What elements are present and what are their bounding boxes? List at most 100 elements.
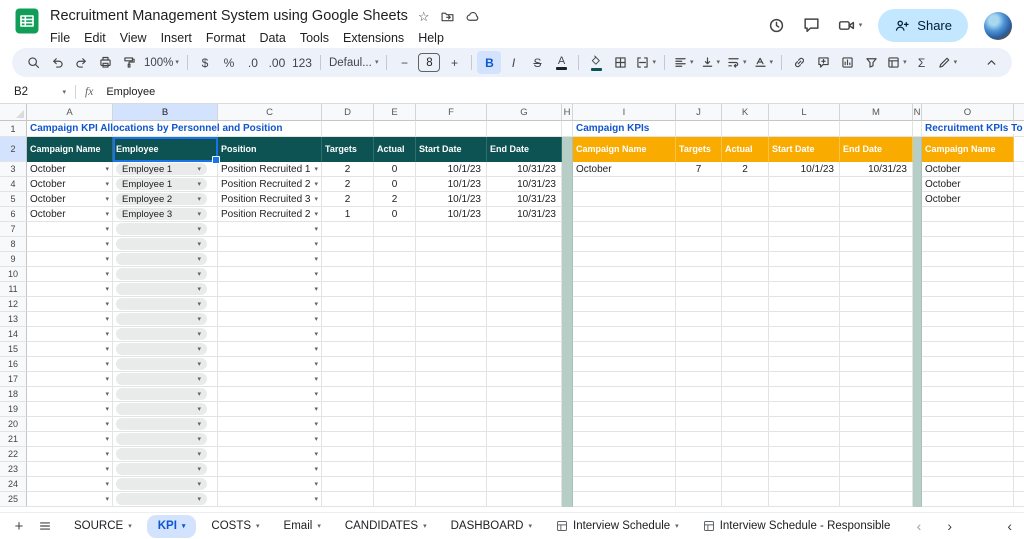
more-formats-button[interactable]: 123 (289, 51, 315, 74)
chevron-down-icon[interactable]: ▾ (105, 436, 109, 443)
cell-B11[interactable]: ▾ (113, 282, 218, 297)
cell-K13[interactable] (722, 312, 769, 327)
cell-J23[interactable] (676, 462, 722, 477)
cell-C21[interactable]: ▾ (218, 432, 322, 447)
column-header-C[interactable]: C (218, 104, 322, 121)
cell-I12[interactable] (573, 297, 676, 312)
cell-M21[interactable] (840, 432, 913, 447)
cell-H4[interactable] (562, 177, 573, 192)
cell-F21[interactable] (416, 432, 487, 447)
chevron-down-icon[interactable]: ▾ (197, 391, 201, 398)
cell-edge-19[interactable] (1014, 402, 1024, 417)
chevron-down-icon[interactable]: ▾ (314, 331, 318, 338)
cell-L14[interactable] (769, 327, 840, 342)
cell-C24[interactable]: ▾ (218, 477, 322, 492)
cell-H18[interactable] (562, 387, 573, 402)
cell-N5[interactable] (913, 192, 922, 207)
move-folder-icon[interactable] (440, 9, 455, 24)
cell-J11[interactable] (676, 282, 722, 297)
cell-K14[interactable] (722, 327, 769, 342)
cell-L8[interactable] (769, 237, 840, 252)
cell-B15[interactable]: ▾ (113, 342, 218, 357)
cell-B21[interactable]: ▾ (113, 432, 218, 447)
italic-button[interactable]: I (501, 51, 525, 74)
row-header-5[interactable]: 5 (0, 192, 27, 207)
cell-A21[interactable]: ▾ (27, 432, 113, 447)
menu-insert[interactable]: Insert (154, 29, 199, 47)
cell-K10[interactable] (722, 267, 769, 282)
cell-K23[interactable] (722, 462, 769, 477)
sheet-tab-candidates[interactable]: CANDIDATES ▾ (333, 513, 439, 539)
cell-I3[interactable]: October (573, 162, 676, 177)
insert-comment-button[interactable] (811, 51, 835, 74)
cell-D13[interactable] (322, 312, 374, 327)
chevron-down-icon[interactable]: ▾ (105, 391, 109, 398)
cell-J15[interactable] (676, 342, 722, 357)
cell-J6[interactable] (676, 207, 722, 222)
cell-I23[interactable] (573, 462, 676, 477)
chevron-down-icon[interactable]: ▾ (197, 436, 201, 443)
chevron-down-icon[interactable]: ▾ (314, 406, 318, 413)
row-header-2[interactable]: 2 (0, 137, 27, 162)
row-header-11[interactable]: 11 (0, 282, 27, 297)
cell-N24[interactable] (913, 477, 922, 492)
cell-L3[interactable]: 10/1/23 (769, 162, 840, 177)
cell-M20[interactable] (840, 417, 913, 432)
cell-J25[interactable] (676, 492, 722, 507)
cell-F25[interactable] (416, 492, 487, 507)
cell-G18[interactable] (487, 387, 562, 402)
cell-M22[interactable] (840, 447, 913, 462)
cell-E5[interactable]: 2 (374, 192, 416, 207)
cell-H13[interactable] (562, 312, 573, 327)
cell-B9[interactable]: ▾ (113, 252, 218, 267)
column-header-E[interactable]: E (374, 104, 416, 121)
redo-button[interactable] (69, 51, 93, 74)
cell-A4[interactable]: October ▾ (27, 177, 113, 192)
cell-edge-18[interactable] (1014, 387, 1024, 402)
cell-C20[interactable]: ▾ (218, 417, 322, 432)
chevron-down-icon[interactable]: ▾ (317, 523, 321, 530)
cell-C13[interactable]: ▾ (218, 312, 322, 327)
cell-M14[interactable] (840, 327, 913, 342)
cell-edge-2[interactable] (1014, 137, 1024, 162)
cell-M25[interactable] (840, 492, 913, 507)
sheet-tab-source[interactable]: SOURCE ▾ (62, 513, 144, 539)
chevron-down-icon[interactable]: ▾ (105, 241, 109, 248)
cell-F20[interactable] (416, 417, 487, 432)
cell-C18[interactable]: ▾ (218, 387, 322, 402)
cell-B23[interactable]: ▾ (113, 462, 218, 477)
cell-edge-14[interactable] (1014, 327, 1024, 342)
chevron-down-icon[interactable]: ▾ (314, 466, 318, 473)
chevron-down-icon[interactable]: ▾ (197, 316, 201, 323)
cell-N16[interactable] (913, 357, 922, 372)
chevron-down-icon[interactable]: ▾ (197, 466, 201, 473)
chevron-down-icon[interactable]: ▾ (197, 496, 201, 503)
cell-J24[interactable] (676, 477, 722, 492)
cell-J5[interactable] (676, 192, 722, 207)
chevron-down-icon[interactable]: ▾ (105, 346, 109, 353)
row-header-15[interactable]: 15 (0, 342, 27, 357)
cell-I17[interactable] (573, 372, 676, 387)
cell-H14[interactable] (562, 327, 573, 342)
cell-I16[interactable] (573, 357, 676, 372)
sheet-tab-interview-schedule-responsible[interactable]: Interview Schedule - Responsible (691, 513, 903, 539)
cell-F8[interactable] (416, 237, 487, 252)
chevron-down-icon[interactable]: ▾ (105, 361, 109, 368)
cell-G13[interactable] (487, 312, 562, 327)
cell-O8[interactable] (922, 237, 1014, 252)
cell-O18[interactable] (922, 387, 1014, 402)
cell-A24[interactable]: ▾ (27, 477, 113, 492)
cell-F24[interactable] (416, 477, 487, 492)
cell-A6[interactable]: October ▾ (27, 207, 113, 222)
cell-C17[interactable]: ▾ (218, 372, 322, 387)
cell-B14[interactable]: ▾ (113, 327, 218, 342)
cell-E6[interactable]: 0 (374, 207, 416, 222)
dropdown-chip[interactable]: ▾ (116, 433, 207, 445)
cell-N12[interactable] (913, 297, 922, 312)
cell-I15[interactable] (573, 342, 676, 357)
cell-D10[interactable] (322, 267, 374, 282)
cell-G6[interactable]: 10/31/23 (487, 207, 562, 222)
cell-edge-22[interactable] (1014, 447, 1024, 462)
cell-G19[interactable] (487, 402, 562, 417)
paint-format-button[interactable] (117, 51, 141, 74)
